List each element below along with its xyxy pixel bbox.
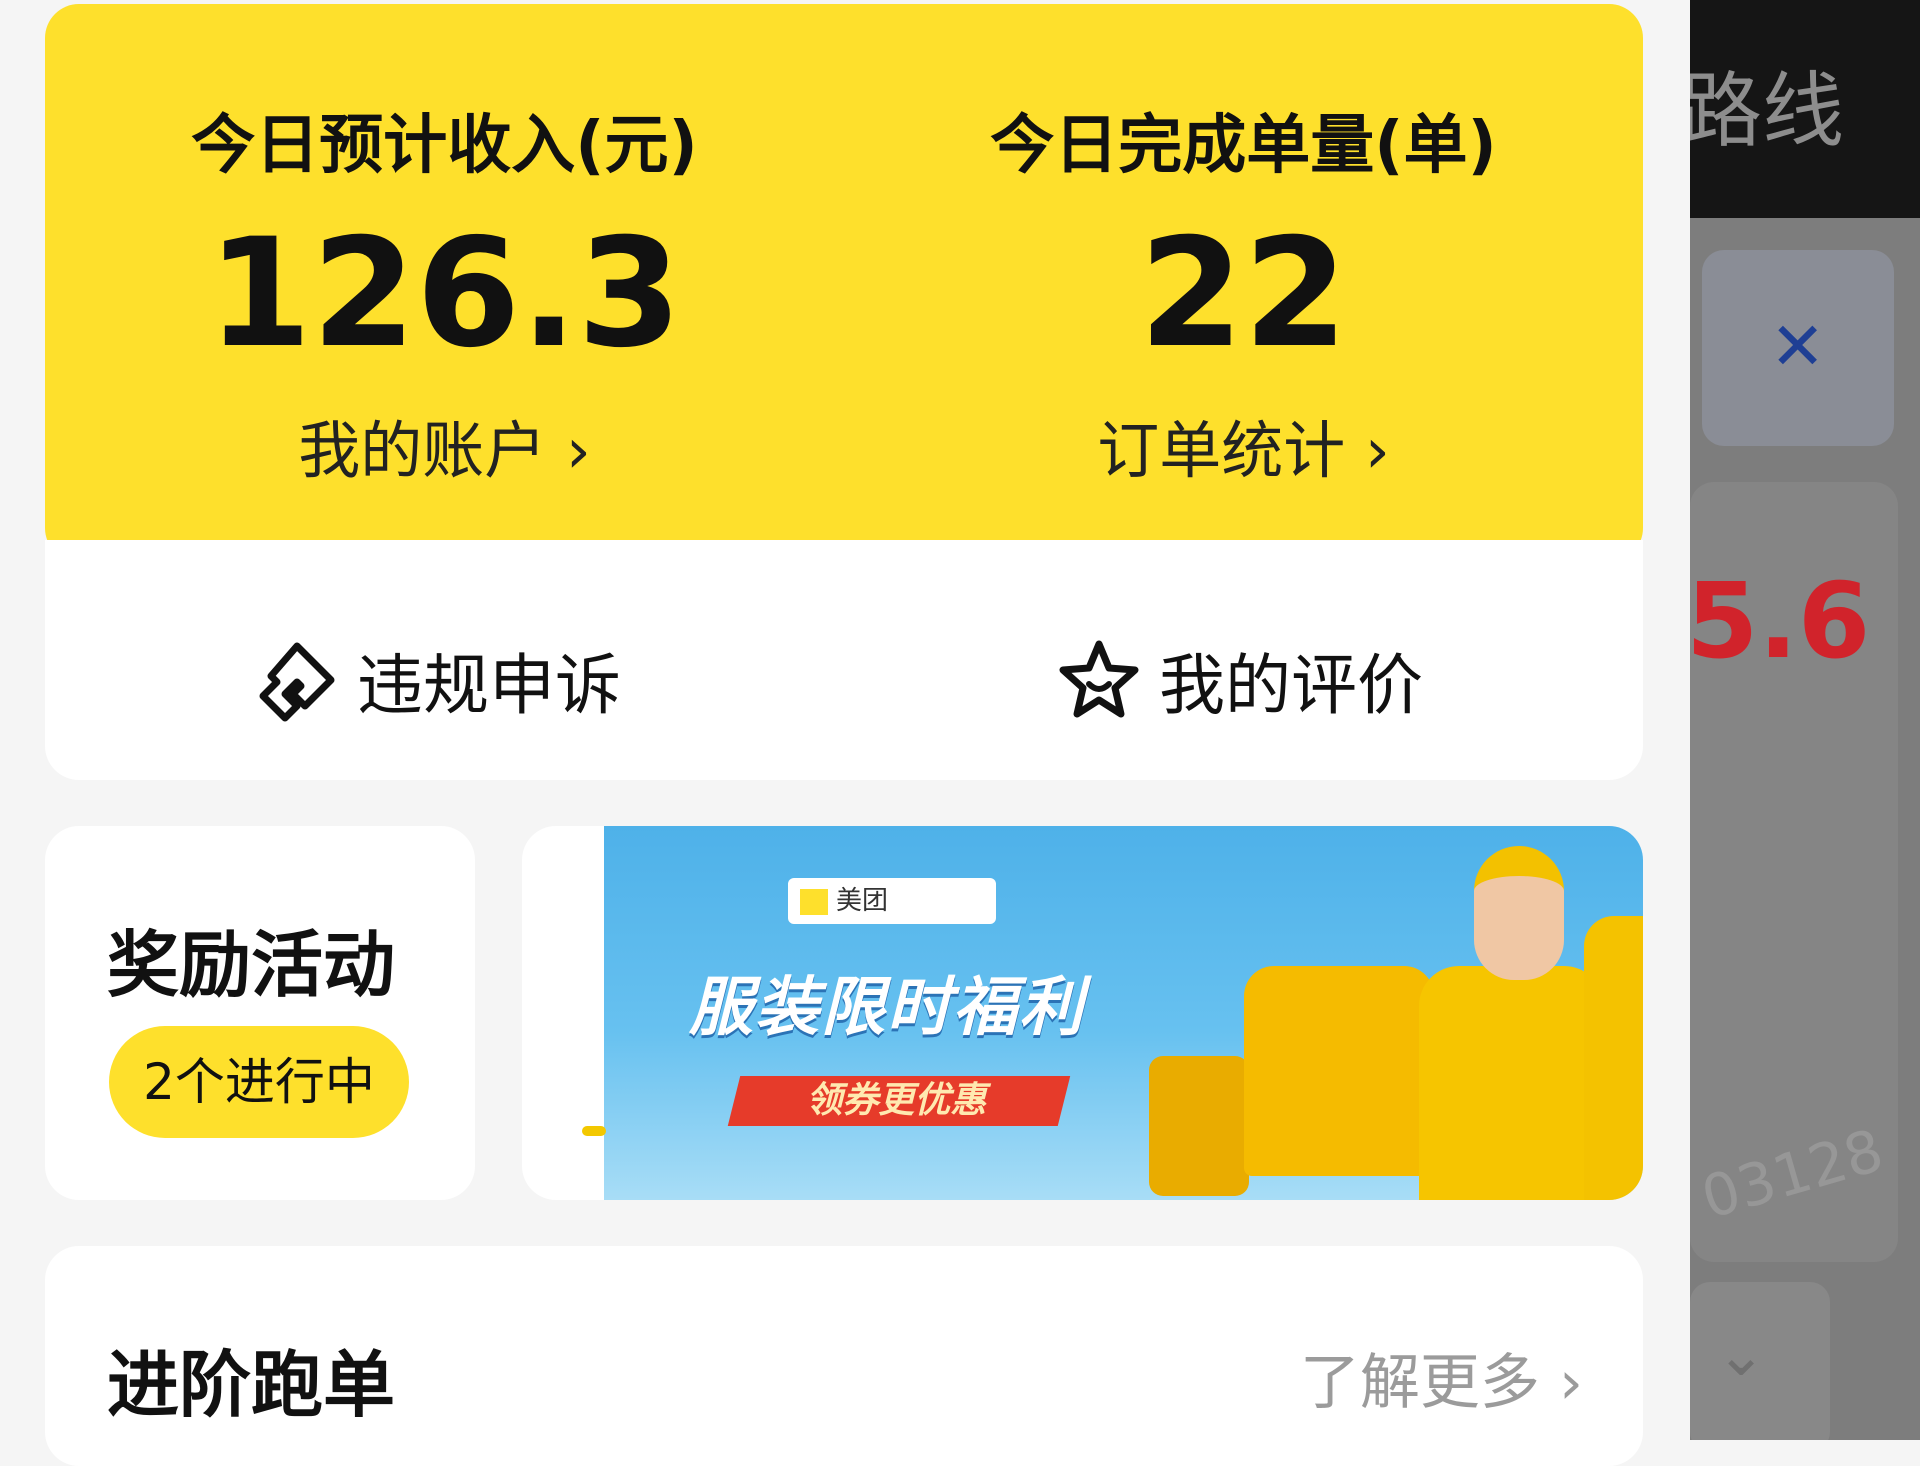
promo-banner[interactable]: 美团 服装限时福利 领券更优惠 <box>522 826 1643 1200</box>
my-rating-label: 我的评价 <box>1159 647 1423 724</box>
banner-rider-body <box>1419 966 1604 1200</box>
banner-rider-head <box>1474 846 1564 980</box>
banner-title: 服装限时福利 <box>689 971 1085 1045</box>
reward-activities-card[interactable]: 奖励活动 2个进行中 <box>45 826 475 1200</box>
background-price: 5.6 <box>1690 560 1871 682</box>
orders-value: 22 <box>1139 207 1348 381</box>
banner-second-rider <box>1584 916 1643 1200</box>
my-rating-button[interactable]: 我的评价 <box>1057 630 1423 730</box>
reward-title: 奖励活动 <box>107 923 396 1007</box>
banner-page-indicator <box>582 1126 606 1136</box>
brand-name: 美团 <box>836 886 889 916</box>
background-app: 路线 ✕ 5.6 03128 ⌄ <box>1690 0 1920 1440</box>
advanced-title: 进阶跑单 <box>107 1343 396 1427</box>
income-stat: 今日预计收入(元) 126.3 我的账户 › <box>45 4 844 562</box>
background-header-title: 路线 <box>1690 64 1845 159</box>
order-stats-link[interactable]: 订单统计 › <box>844 400 1643 490</box>
close-icon[interactable]: ✕ <box>1770 314 1825 380</box>
learn-more-link[interactable]: 了解更多 › <box>1300 1334 1583 1421</box>
income-value: 126.3 <box>207 207 682 381</box>
brand-logo: 美团 <box>788 878 996 924</box>
background-close-card: ✕ <box>1702 250 1894 446</box>
banner-jacket-small <box>1149 1056 1249 1196</box>
reward-status-badge[interactable]: 2个进行中 <box>109 1026 409 1138</box>
appeal-label: 违规申诉 <box>357 647 621 724</box>
today-stats-card: 今日预计收入(元) 126.3 我的账户 › 今日完成单量(单) 22 订单统计… <box>45 4 1643 562</box>
banner-raincoat <box>1244 966 1434 1176</box>
appeal-button[interactable]: 违规申诉 <box>255 630 621 730</box>
banner-image: 美团 服装限时福利 领券更优惠 <box>604 826 1643 1200</box>
orders-stat: 今日完成单量(单) 22 订单统计 › <box>844 4 1643 562</box>
appeal-icon <box>259 642 335 722</box>
side-panel: 今日预计收入(元) 126.3 我的账户 › 今日完成单量(单) 22 订单统计… <box>0 0 1690 1466</box>
income-title: 今日预计收入(元) <box>191 109 698 183</box>
background-header: 路线 <box>1690 0 1920 218</box>
star-icon <box>1059 640 1139 718</box>
my-account-link[interactable]: 我的账户 › <box>45 400 844 490</box>
actions-card: 违规申诉 我的评价 <box>45 540 1643 780</box>
chevron-down-icon[interactable]: ⌄ <box>1716 1320 1766 1390</box>
brand-mark-icon <box>800 888 828 915</box>
advanced-running-card: 进阶跑单 了解更多 › <box>45 1246 1643 1466</box>
banner-cta: 领券更优惠 <box>727 1076 1071 1126</box>
orders-title: 今日完成单量(单) <box>990 109 1497 183</box>
